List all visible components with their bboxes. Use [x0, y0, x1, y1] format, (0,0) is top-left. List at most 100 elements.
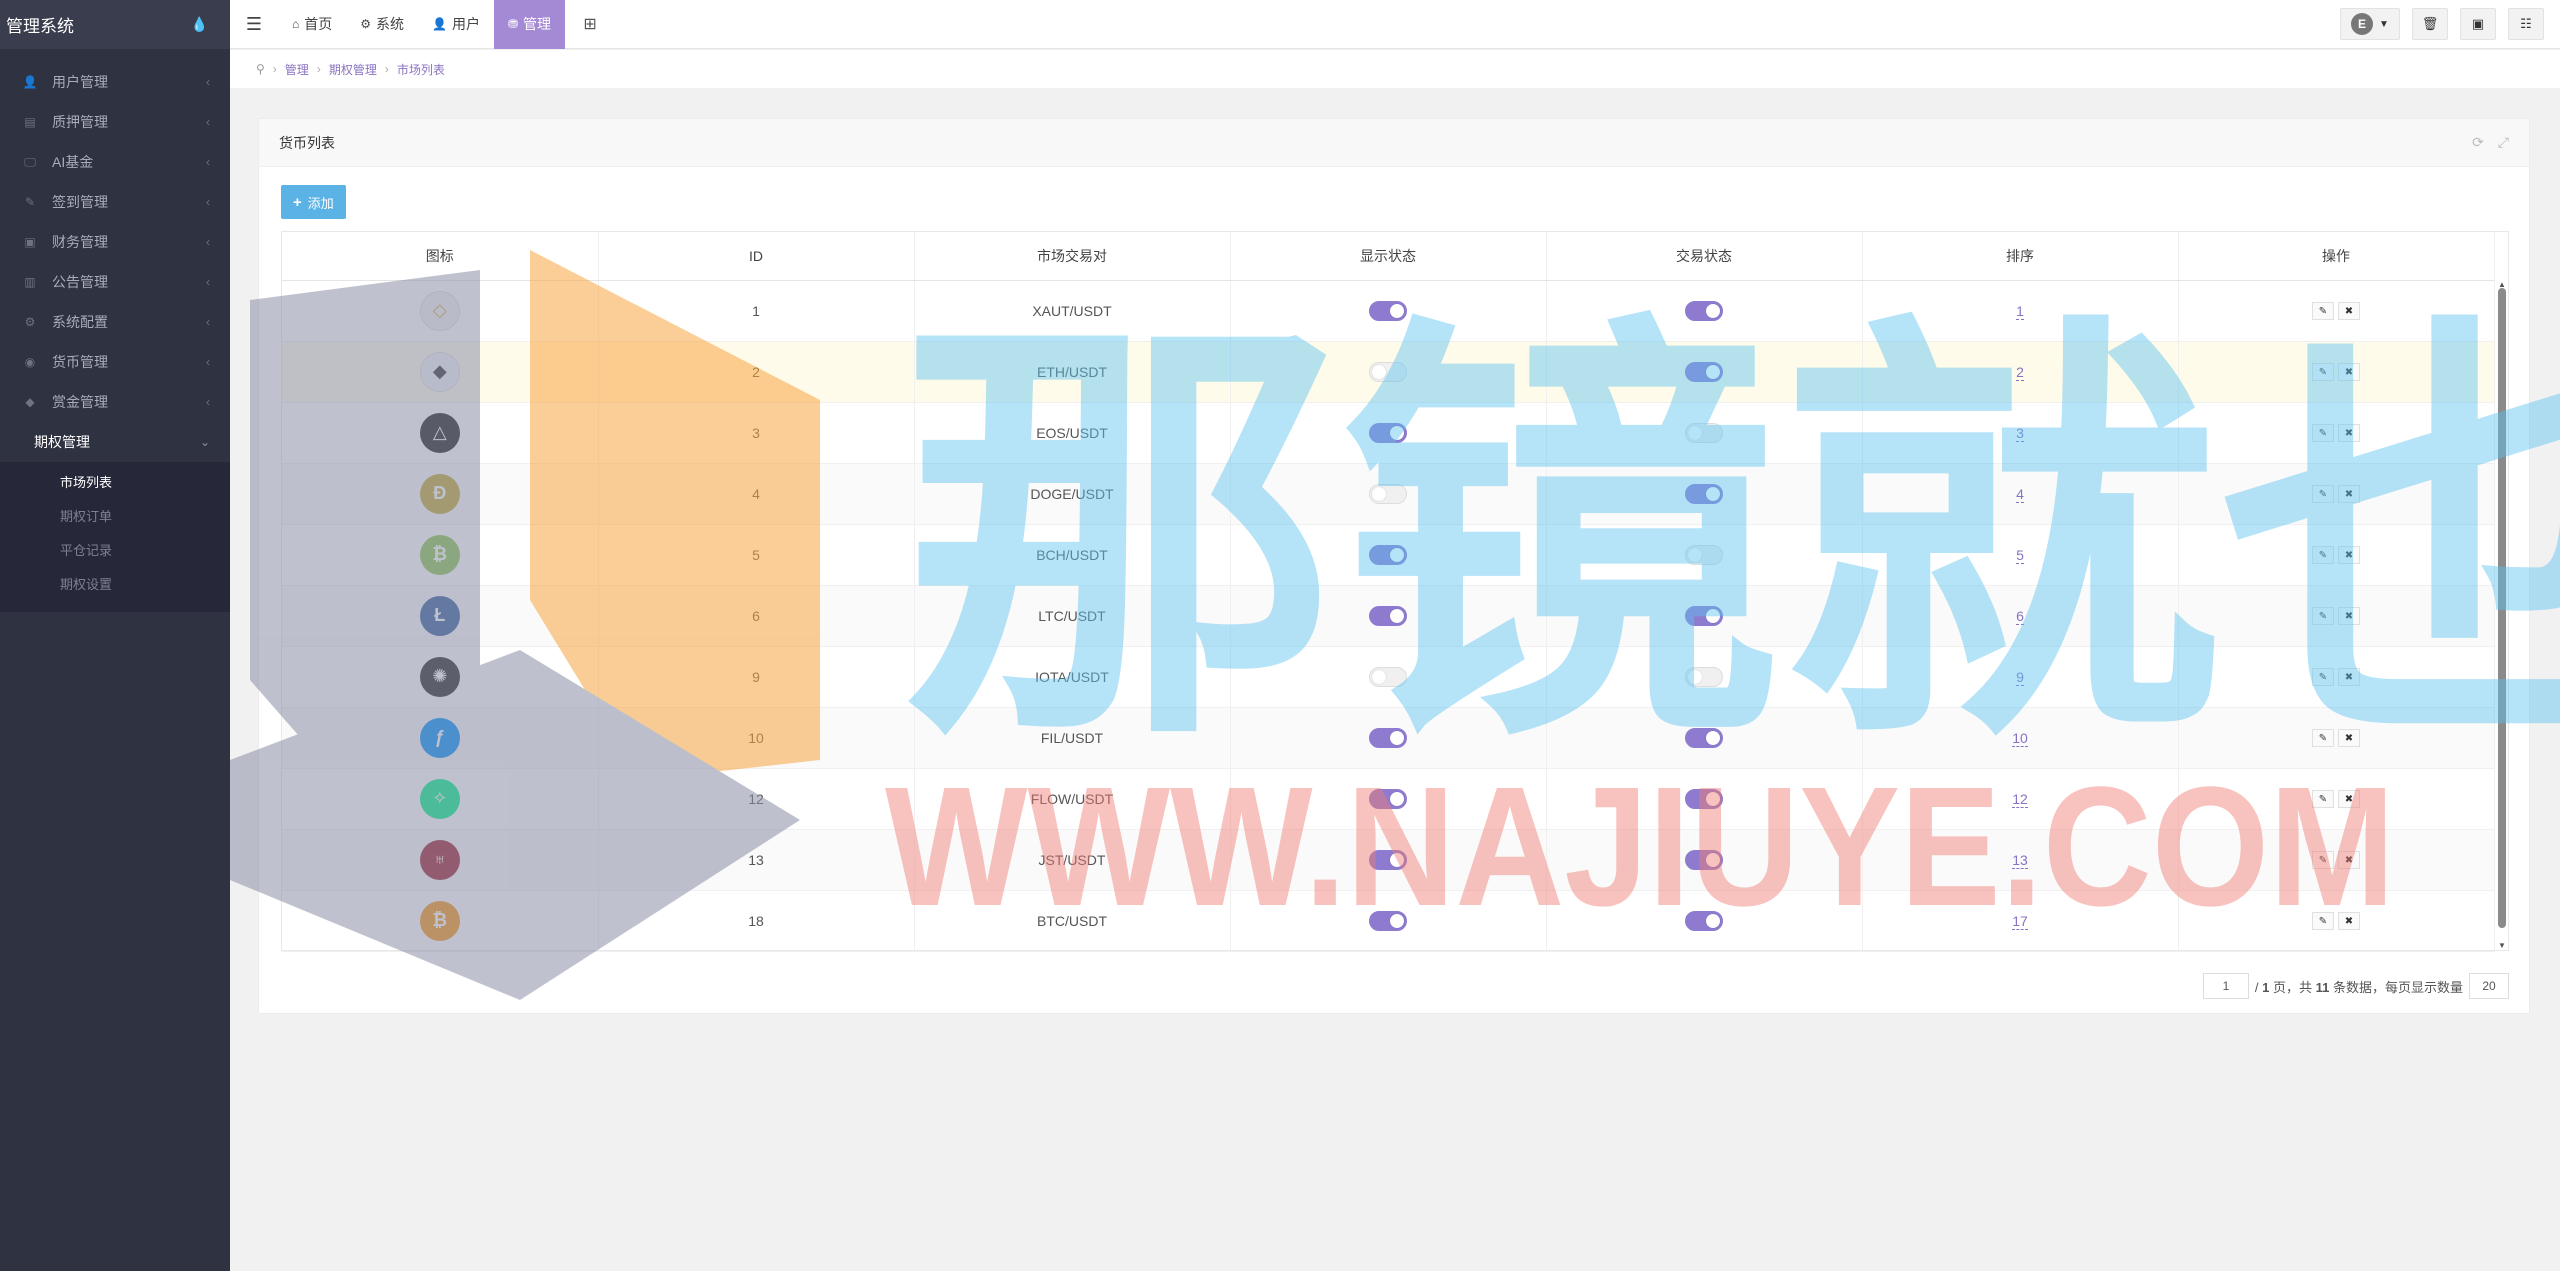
sidebar-item-options[interactable]: 期权管理 ⌄: [0, 422, 230, 462]
delete-icon[interactable]: ✖: [2338, 302, 2360, 321]
sort-value[interactable]: 3: [2016, 424, 2024, 442]
trade-status-toggle[interactable]: [1685, 788, 1723, 809]
sidebar-item[interactable]: 👤 用户管理 ‹: [0, 62, 230, 102]
edit-icon[interactable]: ✎: [2312, 912, 2334, 931]
table-row: ✺ 9 IOTA/USDT 9 ✎ ✖: [282, 646, 2495, 708]
sort-value[interactable]: 2: [2016, 363, 2024, 381]
column-header: ID: [598, 232, 915, 281]
picture-icon[interactable]: ▣: [2460, 8, 2496, 40]
trade-status-toggle[interactable]: [1685, 300, 1723, 321]
show-status-toggle[interactable]: [1369, 361, 1407, 382]
delete-icon[interactable]: ✖: [2338, 546, 2360, 565]
show-status-toggle[interactable]: [1369, 422, 1407, 443]
trade-status-toggle[interactable]: [1685, 544, 1723, 565]
trash-icon[interactable]: 🗑: [2412, 8, 2448, 40]
delete-icon[interactable]: ✖: [2338, 424, 2360, 443]
nav-tab[interactable]: ⚙ 系统: [346, 0, 418, 49]
sidebar-subitem[interactable]: 市场列表: [0, 466, 230, 500]
show-status-toggle[interactable]: [1369, 605, 1407, 626]
sort-value[interactable]: 10: [2012, 729, 2028, 747]
trade-status-toggle[interactable]: [1685, 605, 1723, 626]
scrollbar-thumb[interactable]: [2498, 288, 2506, 928]
edit-icon[interactable]: ✎: [2312, 607, 2334, 626]
scroll-down-icon[interactable]: ▼: [2498, 941, 2506, 950]
edit-icon[interactable]: ✎: [2312, 424, 2334, 443]
sort-value[interactable]: 5: [2016, 546, 2024, 564]
sidebar-item[interactable]: ▤ 质押管理 ‹: [0, 102, 230, 142]
sort-value[interactable]: 17: [2012, 912, 2028, 930]
sort-value[interactable]: 12: [2012, 790, 2028, 808]
menu-toggle-icon[interactable]: ☰: [230, 0, 278, 49]
trade-status-toggle[interactable]: [1685, 422, 1723, 443]
toggle-knob: [1390, 730, 1404, 745]
pair-cell: DOGE/USDT: [914, 463, 1231, 525]
delete-icon[interactable]: ✖: [2338, 363, 2360, 382]
user-avatar-button[interactable]: E ▼: [2340, 8, 2400, 40]
sidebar-subitem[interactable]: 期权订单: [0, 500, 230, 534]
sort-value[interactable]: 13: [2012, 851, 2028, 869]
sidebar-item[interactable]: ✎ 签到管理 ‹: [0, 182, 230, 222]
delete-icon[interactable]: ✖: [2338, 668, 2360, 687]
sort-cell: 13: [1862, 829, 2179, 891]
edit-icon[interactable]: ✎: [2312, 729, 2334, 748]
list-icon[interactable]: ☷: [2508, 8, 2544, 40]
sidebar-item[interactable]: ◆ 赏金管理 ‹: [0, 382, 230, 422]
trade-status-toggle[interactable]: [1685, 910, 1723, 931]
edit-icon[interactable]: ✎: [2312, 668, 2334, 687]
nav-tab[interactable]: ⌂ 首页: [278, 0, 346, 49]
breadcrumb-item[interactable]: 期权管理: [329, 61, 377, 78]
show-status-toggle[interactable]: [1369, 727, 1407, 748]
show-status-toggle[interactable]: [1369, 544, 1407, 565]
sort-value[interactable]: 1: [2016, 302, 2024, 320]
show-status-cell: [1230, 524, 1547, 586]
delete-icon[interactable]: ✖: [2338, 912, 2360, 931]
delete-icon[interactable]: ✖: [2338, 790, 2360, 809]
page-size-input[interactable]: [2469, 973, 2509, 999]
sidebar-subitem[interactable]: 期权设置: [0, 568, 230, 602]
delete-icon[interactable]: ✖: [2338, 729, 2360, 748]
edit-icon[interactable]: ✎: [2312, 363, 2334, 382]
pledge-icon: ▤: [24, 115, 36, 129]
show-status-toggle[interactable]: [1369, 483, 1407, 504]
show-status-toggle[interactable]: [1369, 788, 1407, 809]
refresh-icon[interactable]: ⟳: [2472, 134, 2484, 151]
show-status-toggle[interactable]: [1369, 300, 1407, 321]
fullscreen-icon[interactable]: ⤢: [2498, 134, 2509, 151]
sidebar-item[interactable]: 🖵 AI基金 ‹: [0, 142, 230, 182]
sidebar-item[interactable]: ▣ 财务管理 ‹: [0, 222, 230, 262]
nav-tab[interactable]: ⛃ 管理: [493, 0, 566, 49]
sort-value[interactable]: 6: [2016, 607, 2024, 625]
table-scrollbar[interactable]: ▲ ▼: [2498, 280, 2506, 950]
delete-icon[interactable]: ✖: [2338, 485, 2360, 504]
show-status-toggle[interactable]: [1369, 849, 1407, 870]
breadcrumb-item[interactable]: 管理: [285, 61, 309, 78]
sidebar-menu: 👤 用户管理 ‹ ▤ 质押管理 ‹ 🖵 AI基金 ‹ ✎ 签到管理 ‹ ▣ 财务管理 ‹…: [0, 49, 230, 612]
sidebar-subitem[interactable]: 平仓记录: [0, 534, 230, 568]
add-button[interactable]: + 添加: [281, 185, 346, 219]
edit-icon[interactable]: ✎: [2312, 302, 2334, 321]
sidebar-item[interactable]: ▥ 公告管理 ‹: [0, 262, 230, 302]
trade-status-toggle[interactable]: [1685, 727, 1723, 748]
grid-icon[interactable]: ⊞: [565, 0, 615, 49]
nav-tab[interactable]: 👤 用户: [418, 0, 494, 49]
delete-icon[interactable]: ✖: [2338, 851, 2360, 870]
edit-icon[interactable]: ✎: [2312, 485, 2334, 504]
edit-icon[interactable]: ✎: [2312, 790, 2334, 809]
trade-status-toggle[interactable]: [1685, 361, 1723, 382]
trade-status-toggle[interactable]: [1685, 483, 1723, 504]
trade-status-toggle[interactable]: [1685, 666, 1723, 687]
delete-icon[interactable]: ✖: [2338, 607, 2360, 626]
theme-drop-icon[interactable]: 💧: [191, 16, 208, 33]
sort-value[interactable]: 9: [2016, 668, 2024, 686]
trade-status-toggle[interactable]: [1685, 849, 1723, 870]
sidebar-item[interactable]: ⚙ 系统配置 ‹: [0, 302, 230, 342]
edit-icon[interactable]: ✎: [2312, 546, 2334, 565]
show-status-toggle[interactable]: [1369, 910, 1407, 931]
sidebar-item[interactable]: ◉ 货币管理 ‹: [0, 342, 230, 382]
show-status-toggle[interactable]: [1369, 666, 1407, 687]
doge-icon: Ð: [419, 473, 460, 514]
edit-icon[interactable]: ✎: [2312, 851, 2334, 870]
sort-value[interactable]: 4: [2016, 485, 2024, 503]
breadcrumb-item[interactable]: 市场列表: [397, 61, 445, 78]
page-number-input[interactable]: [2202, 973, 2249, 999]
